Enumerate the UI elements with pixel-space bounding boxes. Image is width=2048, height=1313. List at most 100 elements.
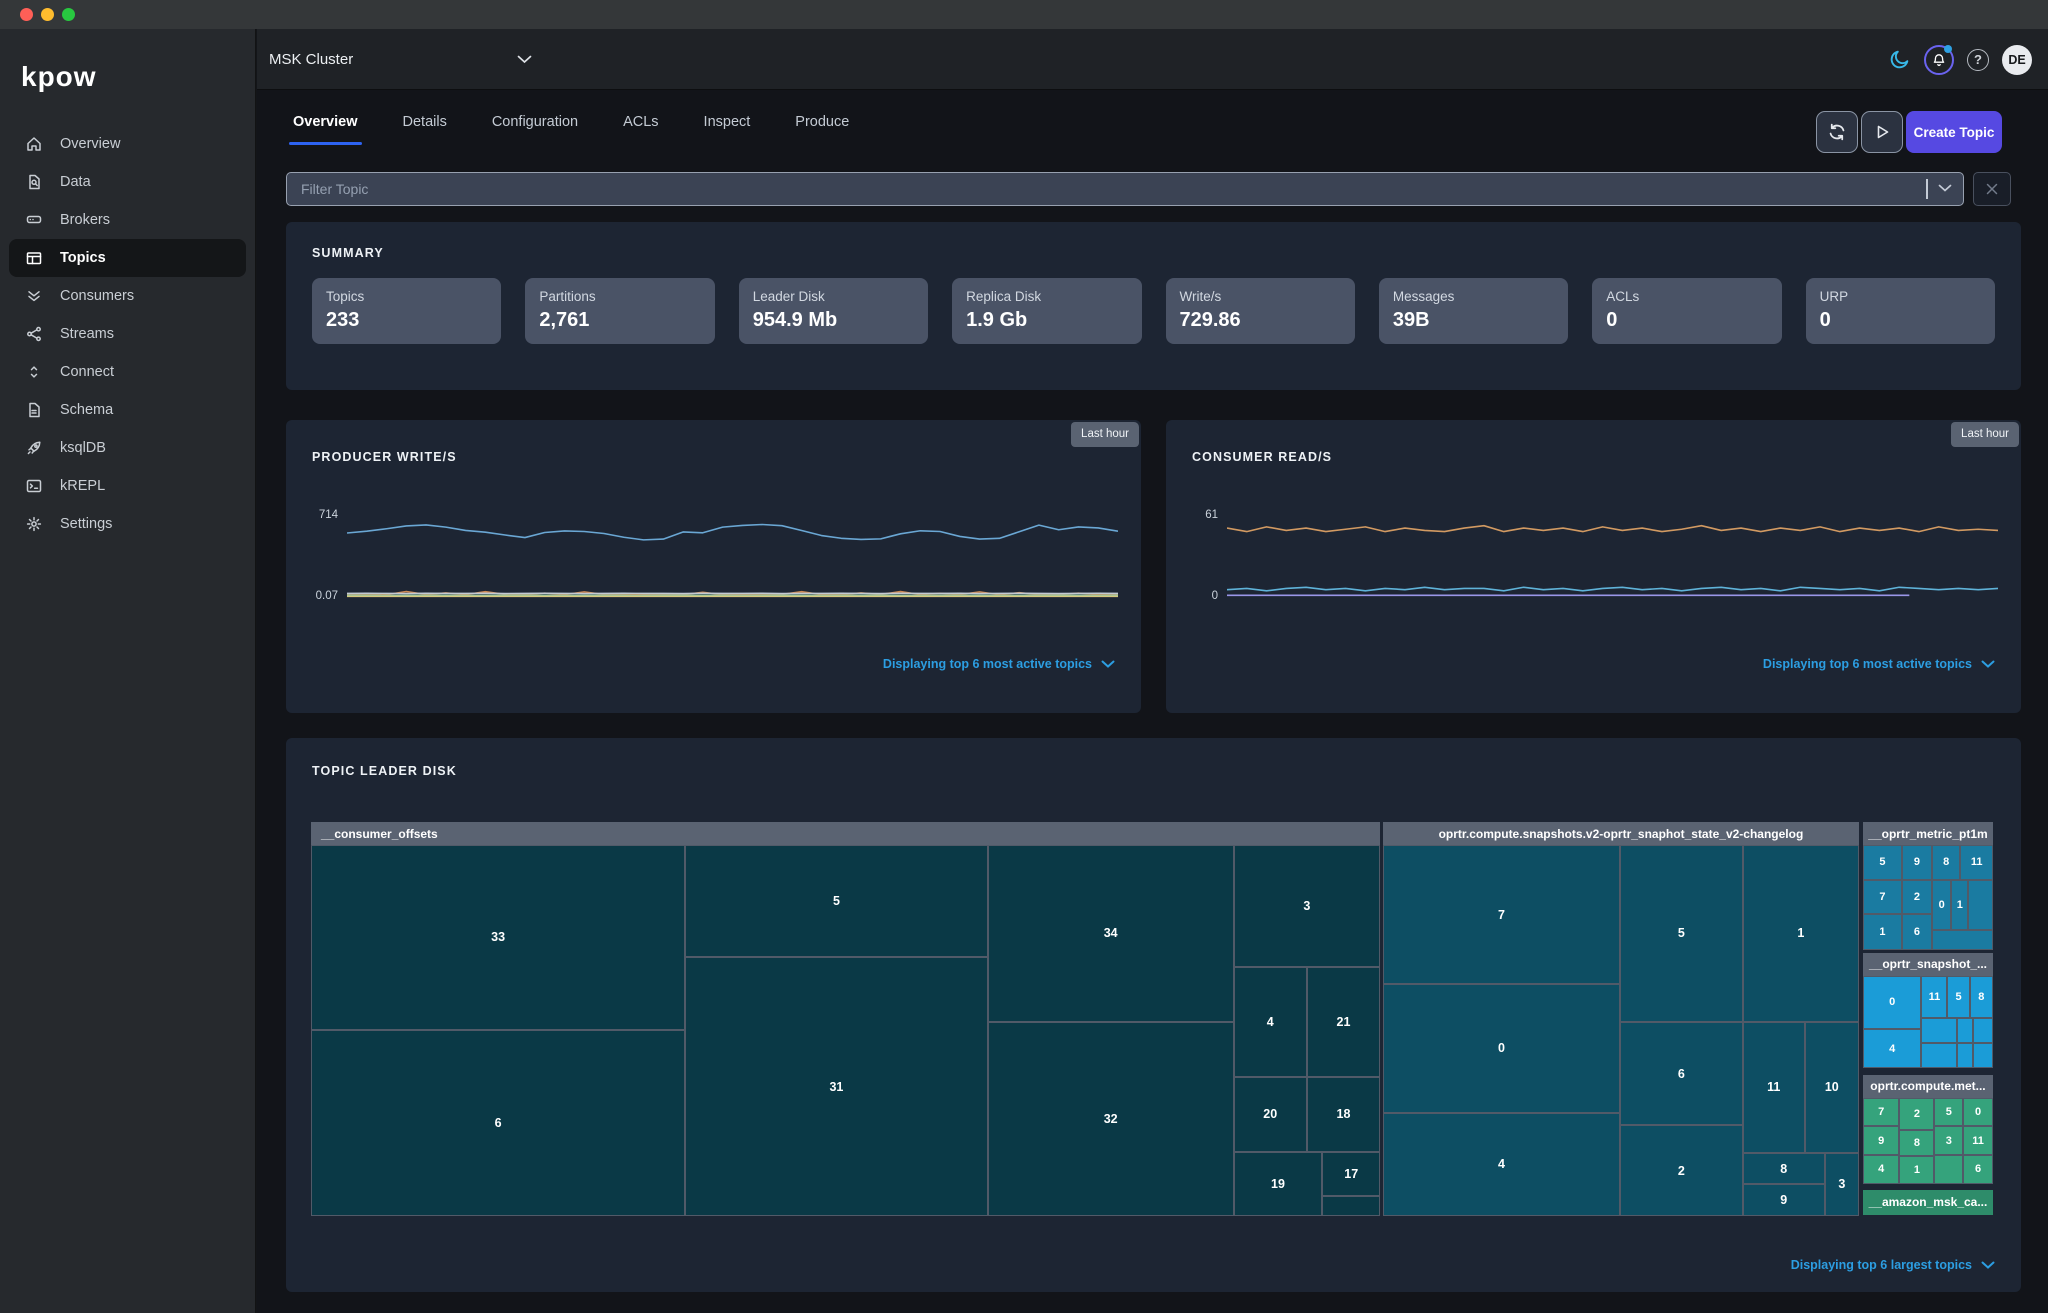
treemap-cell[interactable]: 4 bbox=[1863, 1029, 1922, 1068]
sidebar-item-krepl[interactable]: kREPL bbox=[9, 467, 246, 505]
treemap-cell[interactable]: 32 bbox=[988, 1022, 1234, 1216]
treemap-cell[interactable] bbox=[1932, 930, 1993, 950]
help-icon[interactable]: ? bbox=[1967, 49, 1989, 71]
treemap-cell[interactable]: 5 bbox=[1620, 845, 1743, 1022]
sidebar-item-connect[interactable]: Connect bbox=[9, 353, 246, 391]
treemap-cell[interactable]: 20 bbox=[1234, 1077, 1307, 1152]
treemap-cell[interactable]: 8 bbox=[1743, 1153, 1825, 1185]
treemap-cell[interactable] bbox=[1322, 1196, 1380, 1216]
treemap-cell[interactable]: 3 bbox=[1825, 1153, 1859, 1216]
treemap-cell[interactable]: 4 bbox=[1863, 1155, 1899, 1184]
treemap-cell[interactable]: 5 bbox=[685, 845, 988, 957]
treemap-cell[interactable]: 9 bbox=[1863, 1126, 1899, 1154]
treemap-cell[interactable]: 7 bbox=[1863, 1098, 1899, 1126]
filter-topic-input[interactable] bbox=[286, 172, 1964, 206]
sidebar-item-data[interactable]: Data bbox=[9, 163, 246, 201]
treemap-cell[interactable]: 11 bbox=[1963, 1126, 1993, 1154]
treemap-cell[interactable]: 18 bbox=[1307, 1077, 1380, 1152]
treemap-cell[interactable]: 33 bbox=[311, 845, 685, 1030]
treemap-cell[interactable] bbox=[1973, 1018, 1993, 1043]
treemap-cell[interactable]: 3 bbox=[1934, 1126, 1963, 1154]
treemap-section-title[interactable]: oprtr.compute.met... bbox=[1863, 1075, 1993, 1098]
tab-produce[interactable]: Produce bbox=[793, 106, 851, 145]
producer-topics-link[interactable]: Displaying top 6 most active topics bbox=[883, 657, 1115, 671]
treemap-cell[interactable]: 6 bbox=[1902, 914, 1932, 950]
treemap-cell[interactable]: 5 bbox=[1947, 976, 1969, 1018]
treemap-cell[interactable]: 1 bbox=[1951, 880, 1968, 930]
treemap-cell[interactable]: 6 bbox=[1620, 1022, 1743, 1125]
treemap-cell[interactable]: 11 bbox=[1921, 976, 1947, 1018]
tab-configuration[interactable]: Configuration bbox=[490, 106, 580, 145]
sidebar-item-ksqldb[interactable]: ksqlDB bbox=[9, 429, 246, 467]
filter-dropdown-chevron-icon[interactable] bbox=[1938, 184, 1952, 193]
treemap-section-title[interactable]: oprtr.compute.snapshots.v2-oprtr_snaphot… bbox=[1383, 822, 1859, 845]
notifications-bell-icon[interactable] bbox=[1924, 45, 1954, 75]
treemap-cell[interactable] bbox=[1921, 1043, 1956, 1068]
treemap-cell[interactable]: 3 bbox=[1234, 845, 1380, 967]
zoom-button[interactable] bbox=[62, 8, 75, 21]
treemap-cell[interactable]: 4 bbox=[1383, 1113, 1620, 1216]
play-button[interactable] bbox=[1861, 111, 1903, 153]
treemap-cell[interactable]: 8 bbox=[1899, 1130, 1934, 1156]
treemap-section-title[interactable]: __oprtr_snapshot_... bbox=[1863, 953, 1993, 976]
treemap-cell[interactable]: 8 bbox=[1970, 976, 1993, 1018]
treemap-cell[interactable] bbox=[1973, 1043, 1993, 1068]
treemap-cell[interactable]: 1 bbox=[1899, 1156, 1934, 1184]
treemap-cell[interactable]: 8 bbox=[1932, 845, 1961, 880]
treemap-cell[interactable]: 2 bbox=[1620, 1125, 1743, 1216]
treemap-cell[interactable] bbox=[1968, 880, 1993, 930]
treemap-cell[interactable]: 7 bbox=[1863, 880, 1902, 915]
treemap-cell[interactable]: 6 bbox=[1963, 1155, 1993, 1184]
treemap-cell[interactable]: 0 bbox=[1383, 984, 1620, 1113]
refresh-button[interactable] bbox=[1816, 111, 1858, 153]
treemap-section-title[interactable]: __oprtr_metric_pt1m bbox=[1863, 822, 1993, 845]
treemap-cell[interactable]: 4 bbox=[1234, 967, 1307, 1077]
treemap-cell[interactable]: 2 bbox=[1902, 880, 1932, 915]
tab-details[interactable]: Details bbox=[401, 106, 449, 145]
sidebar-item-schema[interactable]: Schema bbox=[9, 391, 246, 429]
treemap-cell[interactable]: 11 bbox=[1743, 1022, 1805, 1153]
treemap-cell[interactable]: 34 bbox=[988, 845, 1234, 1022]
sidebar-item-topics[interactable]: Topics bbox=[9, 239, 246, 277]
sidebar-item-overview[interactable]: Overview bbox=[9, 125, 246, 163]
close-button[interactable] bbox=[20, 8, 33, 21]
treemap-cell[interactable]: 9 bbox=[1902, 845, 1932, 880]
treemap-cell[interactable]: 31 bbox=[685, 957, 988, 1216]
treemap-section-title[interactable]: __amazon_msk_ca... bbox=[1863, 1190, 1993, 1215]
treemap-cell[interactable]: 19 bbox=[1234, 1152, 1323, 1216]
treemap-cell[interactable]: 10 bbox=[1805, 1022, 1859, 1153]
treemap-cell[interactable]: 11 bbox=[1960, 845, 1993, 880]
treemap-cell[interactable]: 6 bbox=[311, 1030, 685, 1216]
treemap-cell[interactable]: 9 bbox=[1743, 1184, 1825, 1216]
cluster-selector[interactable]: MSK Cluster bbox=[269, 29, 353, 90]
treemap-cell[interactable]: 0 bbox=[1963, 1098, 1993, 1126]
treemap-cell[interactable]: 5 bbox=[1934, 1098, 1963, 1126]
treemap-cell[interactable]: 2 bbox=[1899, 1098, 1934, 1130]
avatar[interactable]: DE bbox=[2002, 45, 2032, 75]
consumer-topics-link[interactable]: Displaying top 6 most active topics bbox=[1763, 657, 1995, 671]
treemap-cell[interactable]: 7 bbox=[1383, 845, 1620, 984]
treemap-cell[interactable]: 17 bbox=[1322, 1152, 1380, 1196]
clear-filter-button[interactable] bbox=[1973, 172, 2011, 206]
sidebar-item-streams[interactable]: Streams bbox=[9, 315, 246, 353]
sidebar-item-consumers[interactable]: Consumers bbox=[9, 277, 246, 315]
treemap-cell[interactable]: 5 bbox=[1863, 845, 1902, 880]
sidebar-item-brokers[interactable]: Brokers bbox=[9, 201, 246, 239]
treemap-cell[interactable]: 1 bbox=[1863, 914, 1902, 950]
treemap-cell[interactable] bbox=[1934, 1155, 1963, 1184]
tab-inspect[interactable]: Inspect bbox=[702, 106, 753, 145]
dark-mode-moon-icon[interactable] bbox=[1888, 48, 1911, 71]
sidebar-item-settings[interactable]: Settings bbox=[9, 505, 246, 543]
treemap-cell[interactable] bbox=[1957, 1018, 1974, 1043]
treemap-cell[interactable]: 0 bbox=[1932, 880, 1952, 930]
largest-topics-link[interactable]: Displaying top 6 largest topics bbox=[1791, 1258, 1995, 1272]
create-topic-button[interactable]: Create Topic bbox=[1906, 111, 2002, 153]
treemap-cell[interactable] bbox=[1921, 1018, 1956, 1043]
treemap-cell[interactable]: 0 bbox=[1863, 976, 1922, 1029]
treemap-section-title[interactable]: __consumer_offsets bbox=[311, 822, 1380, 845]
treemap-cell[interactable] bbox=[1957, 1043, 1974, 1068]
tab-acls[interactable]: ACLs bbox=[621, 106, 660, 145]
treemap-cell[interactable]: 21 bbox=[1307, 967, 1380, 1077]
minimize-button[interactable] bbox=[41, 8, 54, 21]
tab-overview[interactable]: Overview bbox=[291, 106, 360, 145]
